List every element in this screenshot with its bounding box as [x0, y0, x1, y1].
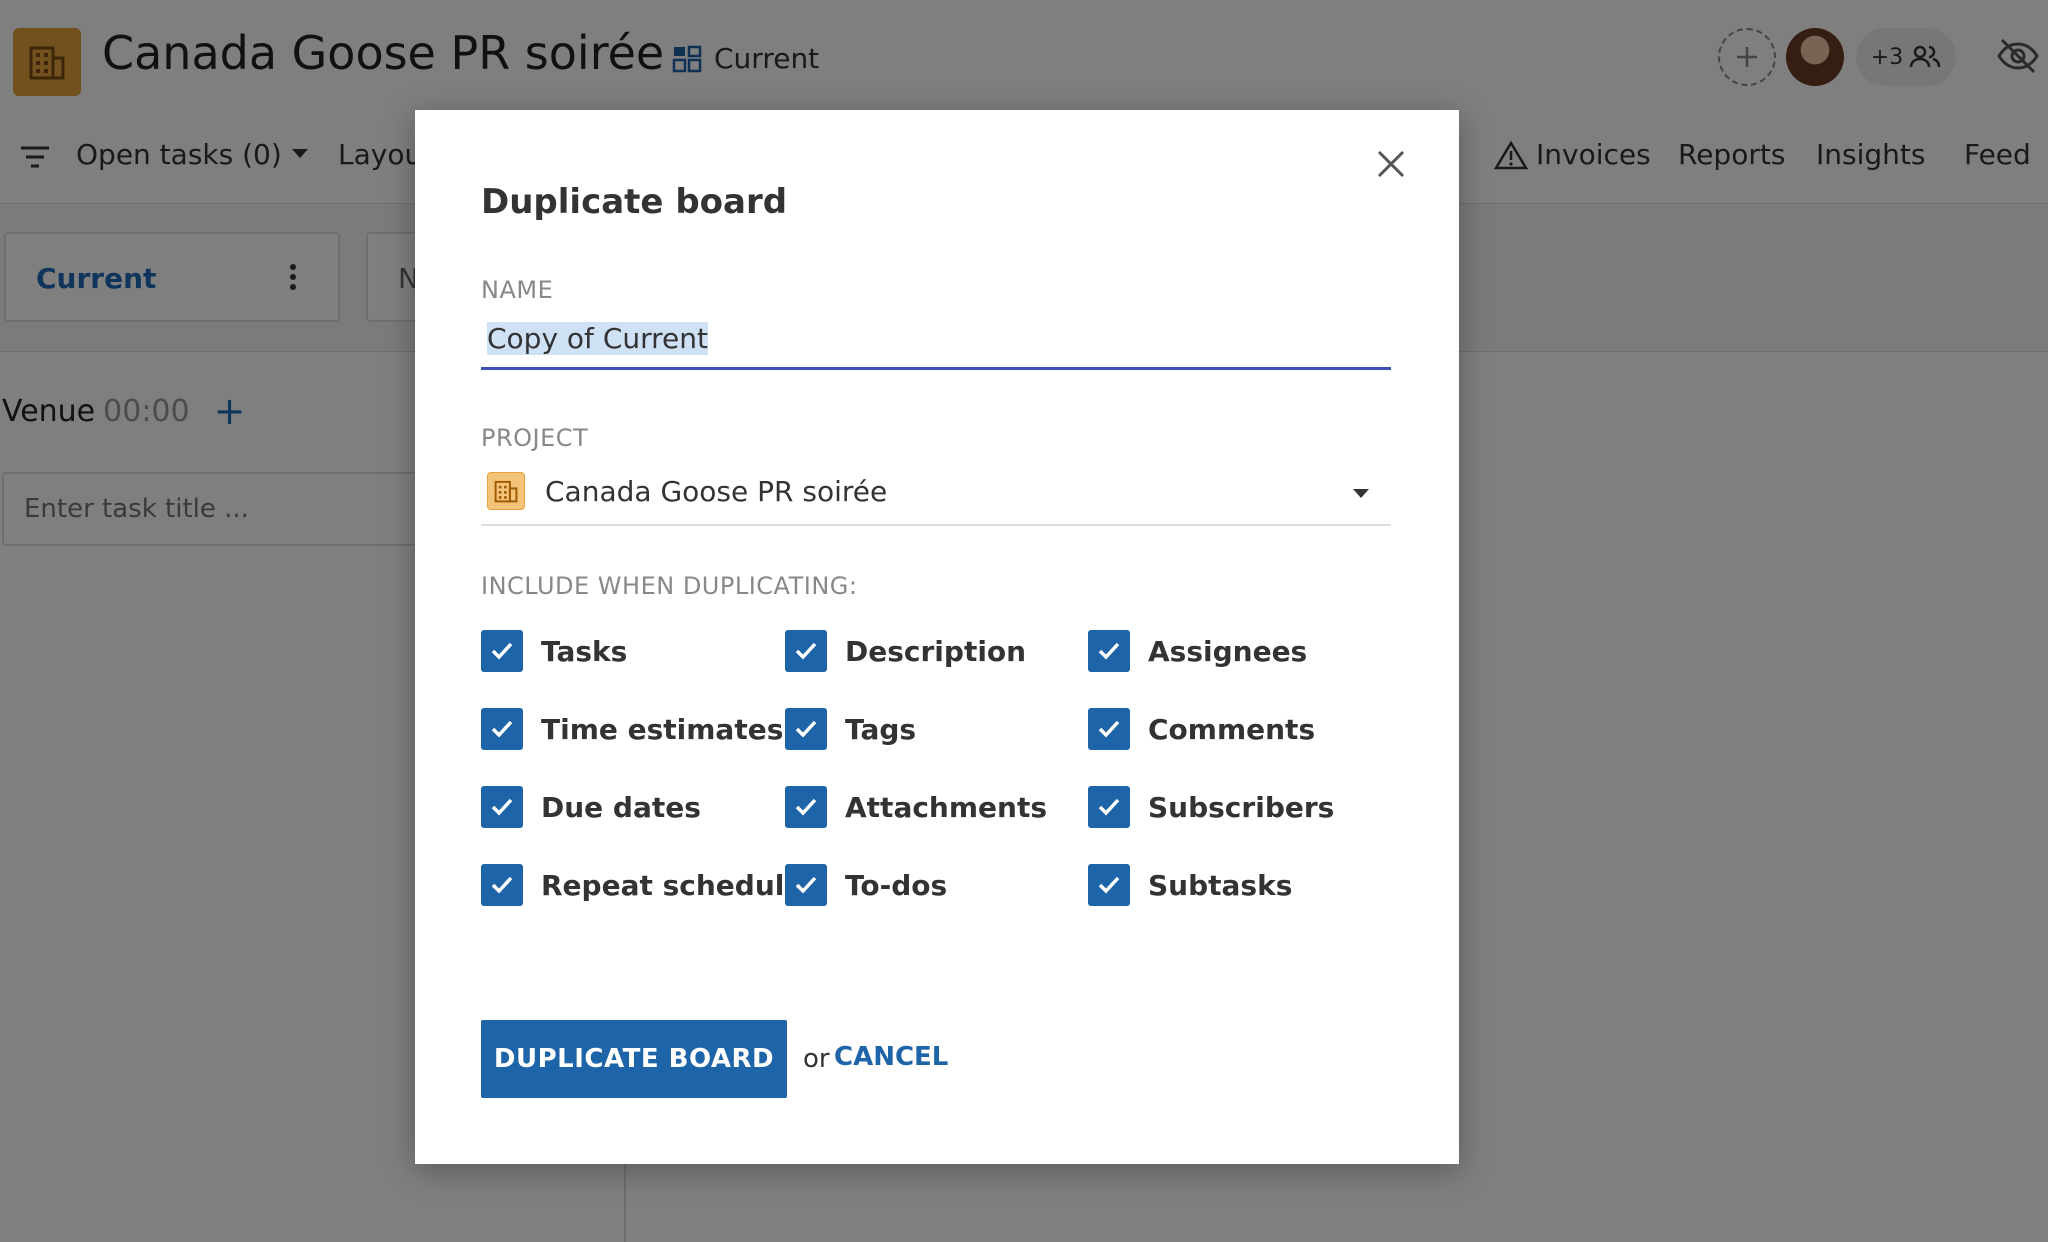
cancel-link[interactable]: CANCEL [834, 1042, 948, 1072]
duplicate-board-button[interactable]: DUPLICATE BOARD [481, 1020, 787, 1098]
option-label: Tags [845, 712, 917, 746]
name-label: NAME [481, 276, 554, 304]
checkmark-icon [795, 876, 817, 894]
option-to-dos[interactable]: To-dos [785, 864, 947, 906]
checkmark-icon [1098, 642, 1120, 660]
checkmark-icon [795, 798, 817, 816]
option-label: Description [845, 634, 1027, 668]
checkbox[interactable] [481, 630, 523, 672]
checkmark-icon [491, 798, 513, 816]
option-attachments[interactable]: Attachments [785, 786, 1047, 828]
checkbox[interactable] [1088, 786, 1130, 828]
option-label: Assignees [1148, 634, 1308, 668]
option-repeat-schedule[interactable]: Repeat schedule [481, 864, 803, 906]
option-tasks[interactable]: Tasks [481, 630, 627, 672]
board-name-input[interactable] [481, 310, 1391, 370]
checkbox[interactable] [785, 708, 827, 750]
include-label: INCLUDE WHEN DUPLICATING: [481, 572, 858, 600]
chevron-down-icon [1353, 489, 1369, 498]
option-subscribers[interactable]: Subscribers [1088, 786, 1334, 828]
option-assignees[interactable]: Assignees [1088, 630, 1307, 672]
checkbox[interactable] [785, 630, 827, 672]
option-label: To-dos [845, 868, 948, 902]
checkmark-icon [491, 720, 513, 738]
option-label: Comments [1148, 712, 1316, 746]
option-due-dates[interactable]: Due dates [481, 786, 701, 828]
building-icon [487, 472, 525, 510]
checkmark-icon [795, 720, 817, 738]
project-label: PROJECT [481, 424, 589, 452]
checkmark-icon [1098, 876, 1120, 894]
option-label: Repeat schedule [541, 868, 804, 902]
or-text: or [803, 1044, 830, 1074]
checkbox[interactable] [1088, 864, 1130, 906]
option-label: Subtasks [1148, 868, 1293, 902]
option-comments[interactable]: Comments [1088, 708, 1315, 750]
option-label: Tasks [541, 634, 628, 668]
checkbox[interactable] [1088, 708, 1130, 750]
option-label: Time estimates [541, 712, 784, 746]
checkmark-icon [491, 876, 513, 894]
option-description[interactable]: Description [785, 630, 1026, 672]
checkbox[interactable] [1088, 630, 1130, 672]
option-time-estimates[interactable]: Time estimates [481, 708, 783, 750]
option-tags[interactable]: Tags [785, 708, 916, 750]
dialog-title: Duplicate board [481, 182, 788, 222]
option-subtasks[interactable]: Subtasks [1088, 864, 1292, 906]
checkbox[interactable] [785, 786, 827, 828]
option-label: Subscribers [1148, 790, 1335, 824]
checkbox[interactable] [481, 864, 523, 906]
option-label: Attachments [845, 790, 1048, 824]
project-select-value: Canada Goose PR soirée [545, 474, 888, 508]
checkmark-icon [795, 642, 817, 660]
duplicate-board-dialog: Duplicate board NAME PROJECT Canada Goos… [415, 110, 1459, 1164]
checkmark-icon [1098, 720, 1120, 738]
checkbox[interactable] [481, 708, 523, 750]
option-label: Due dates [541, 790, 701, 824]
checkbox[interactable] [785, 864, 827, 906]
close-icon[interactable] [1371, 144, 1411, 184]
checkmark-icon [491, 642, 513, 660]
project-select[interactable]: Canada Goose PR soirée [481, 458, 1391, 526]
checkmark-icon [1098, 798, 1120, 816]
checkbox[interactable] [481, 786, 523, 828]
